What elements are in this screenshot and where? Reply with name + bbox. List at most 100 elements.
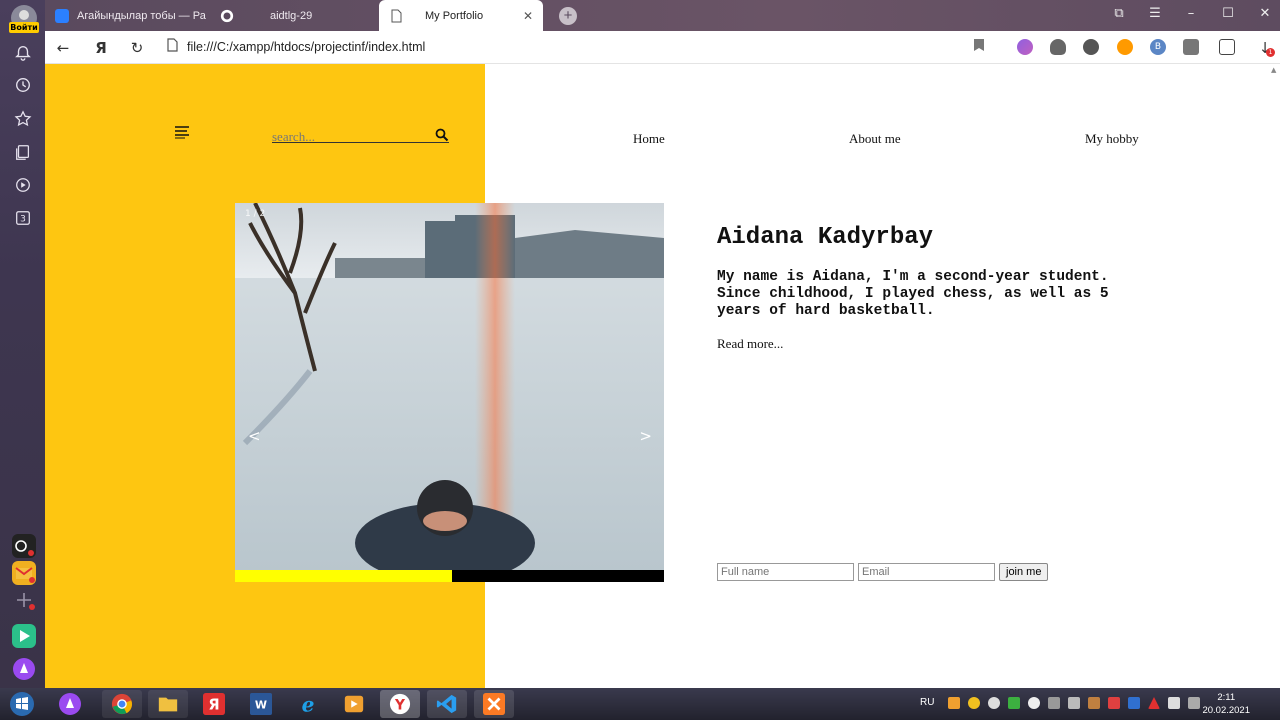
portfolio-page: Home About me My hobby 1 / 2 < > Ai: [45, 64, 1270, 688]
tabs-counter: 3: [20, 215, 26, 225]
maximize-icon[interactable]: ☐: [1218, 6, 1238, 26]
back-arrow-icon[interactable]: ←: [53, 38, 73, 58]
tabs-counter-icon[interactable]: 3: [10, 205, 36, 231]
fullname-input[interactable]: [717, 563, 854, 581]
tab-my-portfolio[interactable]: My Portfolio ✕: [379, 0, 543, 31]
close-window-icon[interactable]: ✕: [1255, 6, 1275, 26]
yandex-active-icon[interactable]: Y: [380, 690, 420, 718]
slide-progress-fill: [235, 570, 452, 582]
email-input[interactable]: [858, 563, 995, 581]
tray-network-icon[interactable]: [1048, 697, 1060, 709]
alice-taskbar-icon[interactable]: [50, 690, 90, 718]
tray-app2-icon[interactable]: [1088, 697, 1100, 709]
tab-bar: Агайындылар тобы — Ра aidtlg-29 My Portf…: [45, 0, 1280, 31]
url-field[interactable]: file:///C:/xampp/htdocs/projectinf/index…: [187, 40, 425, 54]
tabs-list-icon[interactable]: ⧉: [1109, 6, 1129, 26]
applet-dark-icon[interactable]: [12, 534, 36, 558]
bookmarks-manager-icon[interactable]: [1219, 39, 1235, 55]
media-player-icon[interactable]: [334, 690, 374, 718]
language-indicator[interactable]: RU: [920, 697, 934, 708]
pause-favicon-icon: [55, 8, 69, 23]
menu-lines-icon[interactable]: [174, 124, 190, 139]
nav-my-hobby[interactable]: My hobby: [1085, 131, 1139, 147]
search-icon[interactable]: [435, 127, 449, 142]
svg-text:e: e: [302, 693, 315, 715]
next-slide-button[interactable]: >: [639, 427, 652, 445]
tray-warning-icon[interactable]: [1148, 697, 1160, 709]
clock-date: 20.02.2021: [1202, 705, 1250, 716]
system-clock[interactable]: 2:11 20.02.2021: [1202, 691, 1250, 717]
tab-label: My Portfolio: [425, 9, 484, 22]
slide-counter: 1 / 2: [245, 209, 266, 219]
headphones-extension-icon[interactable]: [1117, 39, 1133, 55]
nav-about-me[interactable]: About me: [849, 131, 901, 147]
lightbulb-extension-icon[interactable]: [1050, 39, 1066, 55]
windows-start-icon[interactable]: [2, 690, 42, 718]
vk-extension-icon[interactable]: В: [1150, 39, 1166, 55]
screenshot-extension-icon[interactable]: [1183, 39, 1199, 55]
page-favicon-icon: [389, 9, 403, 23]
tray-sun-icon[interactable]: [968, 697, 980, 709]
tab-github[interactable]: [220, 0, 260, 31]
tab-aidtlg[interactable]: aidtlg-29: [270, 0, 370, 31]
tab-agaiyndylar[interactable]: Агайындылар тобы — Ра: [55, 0, 215, 31]
new-tab-button[interactable]: +: [559, 0, 579, 31]
chrome-icon[interactable]: [102, 690, 142, 718]
tray-shield-icon[interactable]: [1108, 697, 1120, 709]
download-count-badge: 1: [1266, 48, 1275, 57]
scroll-up-icon[interactable]: ▲: [1271, 66, 1276, 74]
tray-flag-icon[interactable]: [1168, 697, 1180, 709]
yandex-play-icon[interactable]: [12, 624, 36, 648]
close-tab-icon[interactable]: ✕: [523, 9, 533, 23]
tray-app3-icon[interactable]: [1128, 697, 1140, 709]
svg-text:Y: Y: [394, 698, 406, 714]
minimize-icon[interactable]: –: [1181, 6, 1201, 26]
slide-progress-bar: [235, 570, 664, 582]
history-clock-icon[interactable]: [10, 72, 36, 98]
join-me-button[interactable]: join me: [999, 563, 1049, 581]
svg-text:Я: Я: [208, 697, 219, 714]
menu-hamburger-icon[interactable]: ☰: [1145, 6, 1165, 26]
search-input[interactable]: [272, 129, 422, 145]
add-applet-icon[interactable]: [12, 588, 36, 612]
address-bar: ← Я ↻ file:///C:/xampp/htdocs/projectinf…: [45, 31, 1280, 64]
downloads-icon[interactable]: ↓ 1: [1255, 38, 1275, 58]
alice-assistant-icon[interactable]: [12, 657, 36, 681]
tab-label: aidtlg-29: [270, 9, 313, 22]
login-badge[interactable]: Войти: [9, 22, 39, 33]
tray-volume-icon[interactable]: [1068, 697, 1080, 709]
github-icon: [220, 9, 234, 23]
prev-slide-button[interactable]: <: [248, 427, 261, 445]
star-bookmarks-icon[interactable]: [10, 106, 36, 132]
tray-download-icon[interactable]: [1008, 697, 1020, 709]
file-explorer-icon[interactable]: [148, 690, 188, 718]
tab-label: Агайындылар тобы — Ра: [77, 9, 206, 22]
tray-app-icon[interactable]: [948, 697, 960, 709]
clock-time: 2:11: [1217, 692, 1236, 703]
film-extension-icon[interactable]: [1083, 39, 1099, 55]
file-page-icon: [162, 38, 182, 58]
mail-icon[interactable]: [12, 561, 36, 585]
page-scrollbar[interactable]: ▲: [1270, 64, 1280, 688]
bell-icon[interactable]: [10, 40, 36, 66]
yandex-browser-icon[interactable]: Я: [194, 690, 234, 718]
vscode-icon[interactable]: [427, 690, 467, 718]
read-more-link[interactable]: Read more...: [717, 336, 783, 352]
collections-icon[interactable]: [10, 139, 36, 165]
internet-explorer-icon[interactable]: e: [288, 690, 328, 718]
bookmark-icon[interactable]: [969, 38, 989, 58]
svg-text:W: W: [255, 699, 267, 712]
tray-yandex-icon[interactable]: [988, 697, 1000, 709]
play-video-icon[interactable]: [10, 172, 36, 198]
tray-record-icon[interactable]: [1028, 697, 1040, 709]
photo-slider: 1 / 2 < >: [235, 203, 664, 570]
tray-action-icon[interactable]: [1188, 697, 1200, 709]
pen-extension-icon[interactable]: [1017, 39, 1033, 55]
xampp-icon[interactable]: [474, 690, 514, 718]
word-icon[interactable]: W: [241, 690, 281, 718]
person-name: Aidana Kadyrbay: [717, 224, 934, 251]
browser-sidebar: Войти 3: [0, 0, 45, 688]
yandex-logo-icon[interactable]: Я: [91, 38, 111, 58]
reload-icon[interactable]: ↻: [127, 38, 147, 58]
nav-home[interactable]: Home: [633, 131, 665, 147]
